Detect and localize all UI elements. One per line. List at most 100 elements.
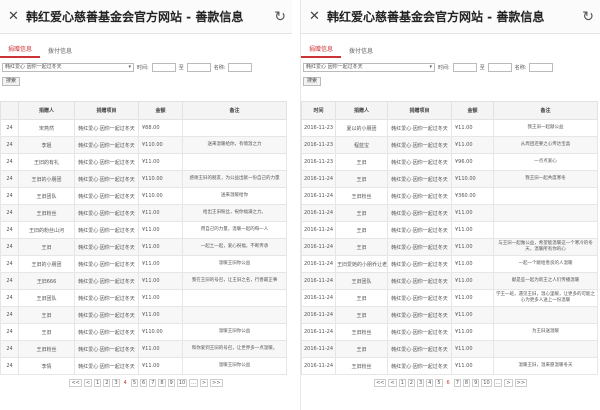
table-row: 24 王旧的小朋团 韩红爱心·因你一起过冬天 ¥11.00 温暖王旧你公益 <box>0 255 287 273</box>
page-link[interactable]: 10 <box>481 379 492 387</box>
cell-project: 韩红爱心·因你一起过冬天 <box>387 306 452 324</box>
start-date-input[interactable] <box>151 63 176 72</box>
cell-note: 我在王旧的号召，让王旧之名，行善最正事 <box>182 272 287 290</box>
close-icon[interactable]: ✕ <box>309 9 323 24</box>
cell-amount: ¥11.00 <box>138 306 183 324</box>
tab-donation-info[interactable]: 捐赠信息 <box>0 44 41 58</box>
title-bar: ✕ 韩红爱心慈善基金会官方网站 - 善款信息 ↻ <box>301 0 600 34</box>
page-link[interactable]: 8 <box>158 379 166 387</box>
page-link[interactable]: << <box>373 379 387 387</box>
page-link[interactable]: > <box>504 379 513 387</box>
cell-donor: 王旧 <box>18 306 75 324</box>
page-link[interactable]: << <box>69 379 82 387</box>
start-date-input[interactable] <box>452 63 477 72</box>
cell-note: 感谢王旧的朋友，为公益出献一份自己的力量 <box>182 170 287 188</box>
refresh-icon[interactable]: ↻ <box>270 9 286 25</box>
cell-project: 韩红爱心·因你一起过冬天 <box>387 289 452 307</box>
page-link[interactable]: >> <box>210 379 223 387</box>
cell-note: 我王旧一起共度寒冬 <box>493 170 598 188</box>
cell-project: 韩红爱心·因你一起过冬天 <box>74 204 139 222</box>
page-link[interactable]: 8 <box>462 379 471 387</box>
header-time <box>0 101 19 120</box>
header-note: 备注 <box>182 101 287 120</box>
page-link[interactable]: < <box>83 379 93 387</box>
page-link[interactable]: ... <box>189 379 198 387</box>
end-date-input[interactable] <box>487 63 512 72</box>
tab-disbursement-info[interactable]: 拨付信息 <box>341 46 381 58</box>
cell-amount: ¥11.00 <box>451 119 494 137</box>
search-button[interactable]: 搜索 <box>2 76 21 86</box>
cell-amount: ¥110.00 <box>138 187 183 205</box>
cell-time: 24 <box>0 272 19 290</box>
page-link[interactable]: ... <box>493 379 503 387</box>
table-row: 2016-11-24 王旧 韩红爱心·因你一起过冬天 ¥11.00 <box>301 204 598 222</box>
donation-table-wrap: 时间 捐赠人 捐赠项目 金额 备注 2016-11-23 夏以的小朋团 韩红爱心·因你一起过冬… <box>301 101 600 375</box>
cell-project: 韩红爱心·因你一起过冬天 <box>387 119 452 137</box>
refresh-icon[interactable]: ↻ <box>578 9 594 25</box>
cell-project: 韩红爱心·因你一起过冬天 <box>387 204 452 222</box>
cell-project: 韩红爱心·因你一起过冬天 <box>387 221 452 239</box>
cell-time: 24 <box>0 153 19 171</box>
name-input[interactable] <box>228 63 253 72</box>
page-link[interactable]: 3 <box>112 379 120 387</box>
page-link[interactable]: > <box>199 379 209 387</box>
table-row: 2016-11-23 夏以的小朋团 韩红爱心·因你一起过冬天 ¥11.00 我王旧一起献… <box>301 119 598 137</box>
table-row: 2016-11-24 王旧团队 韩红爱心·因你一起过冬天 ¥11.00 献是些一起为新王… <box>301 272 598 290</box>
page-link[interactable]: 3 <box>416 379 425 387</box>
name-input[interactable] <box>529 63 554 72</box>
page-link[interactable]: < <box>388 379 397 387</box>
cell-note: 一起土一起，爱心祝福，不断传承 <box>182 238 287 256</box>
end-date-input[interactable] <box>186 63 211 72</box>
page-link[interactable]: 6 <box>140 379 148 387</box>
page-link[interactable]: >> <box>514 379 528 387</box>
cell-note <box>182 119 287 137</box>
tab-bar: 捐赠信息 拨付信息 <box>0 42 292 58</box>
table-row: 24 王旧的小朋团 韩红爱心·因你一起过冬天 ¥110.00 感谢王旧的朋友，为公益出献… <box>0 170 287 188</box>
cell-time: 24 <box>0 221 19 239</box>
cell-donor: 王旧的有礼 <box>18 153 75 171</box>
tab-donation-info[interactable]: 捐赠信息 <box>301 44 342 58</box>
page-link[interactable]: 7 <box>149 379 157 387</box>
cell-time: 2016-11-24 <box>301 255 336 273</box>
page-link[interactable]: 2 <box>407 379 415 387</box>
cell-amount: ¥11.00 <box>451 255 494 273</box>
page-link[interactable]: 2 <box>103 379 111 387</box>
cell-donor: 王旧的小朋团 <box>18 255 75 273</box>
table-row: 2016-11-24 王旧粉丝 韩红爱心·因你一起过冬天 ¥11.00 为王旧送温暖 <box>301 323 598 341</box>
page-link[interactable]: 4 <box>426 379 434 387</box>
cell-project: 韩红爱心·因你一起过冬天 <box>74 340 139 358</box>
project-select[interactable]: 韩红爱心 因你一起过冬天 ▾ <box>2 63 134 72</box>
page-link[interactable]: 5 <box>130 379 139 387</box>
cell-time: 24 <box>0 340 19 358</box>
donation-table: 时间 捐赠人 捐赠项目 金额 备注 2016-11-23 夏以的小朋团 韩红爱心·因你一起过冬… <box>301 101 598 375</box>
cell-note: 一起一个献给善良的人温暖 <box>493 255 598 273</box>
cell-amount: ¥110.00 <box>451 170 494 188</box>
cell-donor: 王旧团队 <box>18 289 75 307</box>
search-button[interactable]: 搜索 <box>303 76 322 86</box>
project-select[interactable]: 韩红爱心 因你一起过冬天 ▾ <box>303 63 435 72</box>
table-body: 2016-11-23 夏以的小朋团 韩红爱心·因你一起过冬天 ¥11.00 我王旧一起献… <box>301 119 598 375</box>
cell-amount: ¥11.00 <box>138 221 183 239</box>
page-link[interactable]: 1 <box>94 379 102 387</box>
cell-donor: 王旧 <box>18 238 75 256</box>
page-link[interactable]: 7 <box>453 379 461 387</box>
table-row: 2016-11-24 王旧 韩红爱心·因你一起过冬天 ¥11.00 <box>301 306 598 324</box>
table-row: 24 王旧的粉丝山河 韩红爱心·因你一起过冬天 ¥11.00 用自己的力量，温暖一起的每… <box>0 221 287 239</box>
page-current[interactable]: 4 <box>121 379 129 387</box>
header-amount: 金额 <box>138 101 183 120</box>
page-link[interactable]: 9 <box>167 379 175 387</box>
tab-disbursement-info[interactable]: 拨付信息 <box>40 46 80 58</box>
table-row: 24 李姐 韩红爱心·因你一起过冬天 ¥110.00 送来温暖给你，有情温之力 <box>0 136 287 154</box>
table-row: 2016-11-23 程蓝宝 韩红爱心·因你一起过冬天 ¥11.00 从周团还要之心传达… <box>301 136 598 154</box>
page-link[interactable]: 5 <box>435 379 443 387</box>
table-row: 2016-11-24 王旧 韩红爱心·因你一起过冬天 ¥11.00 <box>301 340 598 358</box>
tab-bar: 捐赠信息 拨付信息 <box>301 42 600 58</box>
name-label: 名称: <box>514 65 527 71</box>
page-link[interactable]: 1 <box>398 379 406 387</box>
close-icon[interactable]: ✕ <box>8 9 22 24</box>
page-link[interactable]: 10 <box>176 379 188 387</box>
page-link[interactable]: 9 <box>472 379 480 387</box>
page-current[interactable]: 6 <box>444 379 452 387</box>
cell-note: 学王一班，遇见王旧，温心里暖，让更多的可能之心为更多人送上一份温暖 <box>493 289 598 307</box>
time-label: 时间: <box>438 65 450 71</box>
